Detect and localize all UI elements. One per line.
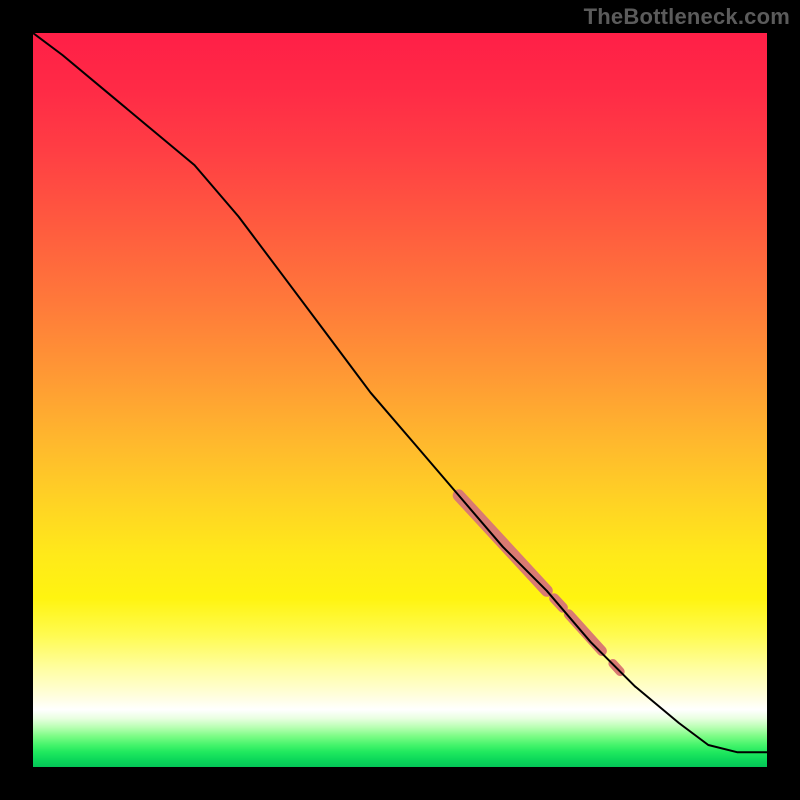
- main-curve-line: [33, 33, 767, 752]
- thick-segment-lower: [569, 614, 602, 651]
- chart-overlay: [33, 33, 767, 767]
- watermark-text: TheBottleneck.com: [584, 4, 790, 30]
- chart-stage: TheBottleneck.com: [0, 0, 800, 800]
- plot-area: [33, 33, 767, 767]
